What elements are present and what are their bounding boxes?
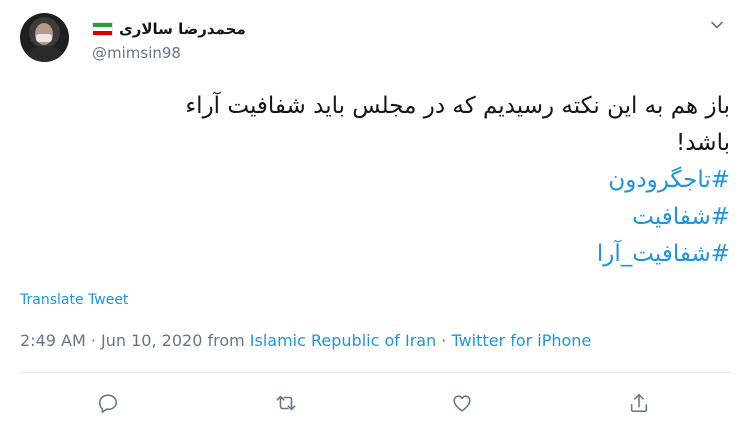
tweet-time[interactable]: 2:49 AM (20, 331, 86, 350)
like-button[interactable] (447, 388, 477, 418)
tweet-date[interactable]: Jun 10, 2020 (101, 331, 202, 350)
iran-flag-icon (92, 22, 113, 36)
author-display-name[interactable]: محمدرضا سالاری (119, 20, 246, 38)
hashtag-link[interactable]: #شفافیت_آرا (20, 236, 730, 273)
hashtag-link[interactable]: #تاجگرودون (20, 162, 730, 199)
tweet-text: باز هم به این نکته رسیدیم که در مجلس بای… (20, 88, 730, 273)
avatar-mask (36, 34, 52, 42)
location-link[interactable]: Islamic Republic of Iran (250, 331, 436, 350)
hashtag-link[interactable]: #شفافیت (20, 199, 730, 236)
author-handle[interactable]: @mimsin98 (92, 44, 181, 62)
chevron-down-icon[interactable] (710, 18, 724, 32)
avatar[interactable] (20, 13, 69, 62)
action-bar (0, 388, 748, 420)
client-link[interactable]: Twitter for iPhone (451, 331, 591, 350)
reply-icon (98, 394, 118, 413)
share-icon (630, 393, 648, 413)
meta-separator: · (436, 331, 452, 350)
tweet-line: باز هم به این نکته رسیدیم که در مجلس بای… (185, 93, 730, 119)
meta-separator: · (85, 331, 102, 350)
share-button[interactable] (624, 388, 654, 418)
reply-button[interactable] (93, 388, 123, 418)
retweet-button[interactable] (271, 388, 301, 418)
retweet-icon (276, 395, 296, 411)
meta-from: from (202, 331, 250, 350)
avatar-body (26, 46, 64, 62)
divider (20, 372, 730, 373)
tweet-line: باشد! (676, 130, 730, 156)
tweet-meta: 2:49 AM · Jun 10, 2020 from Islamic Repu… (20, 331, 591, 350)
like-icon (453, 395, 471, 412)
author-name-row[interactable]: محمدرضا سالاری (92, 18, 246, 40)
translate-tweet-link[interactable]: Translate Tweet (20, 292, 128, 308)
